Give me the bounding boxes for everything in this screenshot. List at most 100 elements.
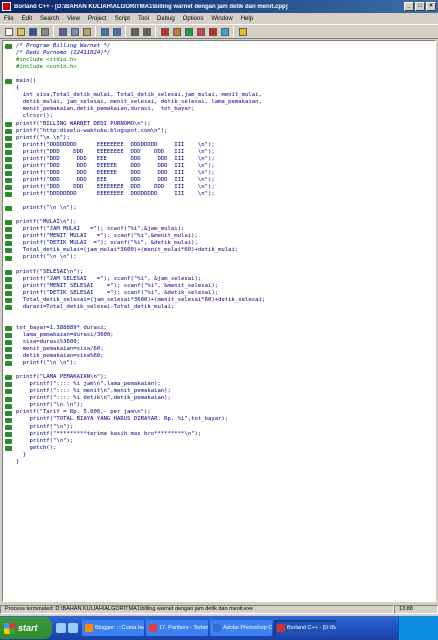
print-button[interactable] (39, 26, 50, 37)
code-line: } (16, 458, 20, 465)
breakpoint-marker-icon[interactable] (5, 227, 12, 233)
make-button[interactable] (159, 26, 170, 37)
breakpoint-marker-icon[interactable] (5, 135, 12, 141)
run-button[interactable] (171, 26, 182, 37)
code-line: printf("SELESAI\n"); (16, 268, 84, 275)
taskbar-button[interactable]: Borland C++ - [D:\BAH... (274, 620, 336, 636)
open-folder-button[interactable] (15, 26, 26, 37)
paste-button[interactable] (81, 26, 92, 37)
menu-help[interactable]: Help (237, 16, 257, 22)
menu-search[interactable]: Search (36, 16, 63, 22)
quick-launch-icon[interactable] (68, 623, 78, 633)
breakpoint-marker-icon[interactable] (5, 241, 12, 247)
breakpoint-marker-icon[interactable] (5, 431, 12, 437)
replace-button[interactable] (141, 26, 152, 37)
breakpoint-marker-icon[interactable] (5, 396, 12, 402)
breakpoint-marker-icon[interactable] (5, 185, 12, 190)
copy-button[interactable] (69, 26, 80, 37)
breakpoint-marker-icon[interactable] (5, 163, 12, 169)
debug-button[interactable] (183, 26, 194, 37)
breakpoint-marker-icon[interactable] (5, 445, 12, 451)
breakpoint-marker-icon[interactable] (5, 170, 12, 176)
breakpoint-marker-icon[interactable] (5, 354, 12, 360)
breakpoint-marker-icon[interactable] (5, 403, 12, 409)
breakpoint-marker-icon[interactable] (5, 121, 12, 127)
find-button[interactable] (129, 26, 140, 37)
breakpoint-marker-icon[interactable] (5, 290, 12, 296)
code-line: printf(":::: %i detik\n",detik_pemakaian… (16, 395, 171, 402)
breakpoint-marker-icon[interactable] (5, 340, 12, 346)
taskbar-button[interactable]: 17. Panbers - Terlan... (146, 620, 208, 636)
step-button[interactable] (195, 26, 206, 37)
breakpoint-marker-icon[interactable] (5, 44, 12, 49)
breakpoint-marker-icon[interactable] (5, 410, 12, 416)
redo-button[interactable] (111, 26, 122, 37)
toolbar (0, 24, 438, 39)
code-line: clrscr(); (16, 113, 54, 120)
taskbar-button[interactable]: Adobe Photoshop CS... (210, 620, 272, 636)
close-button[interactable]: × (426, 2, 436, 11)
breakpoint-marker-icon[interactable] (5, 177, 12, 183)
breakpoint-marker-icon[interactable] (5, 389, 12, 395)
menu-options[interactable]: Options (179, 16, 208, 22)
new-file-button[interactable] (3, 26, 14, 37)
taskbar-button-label: Blogger: :::Cuma Ise... (95, 625, 144, 631)
breakpoint-marker-icon[interactable] (5, 375, 12, 381)
breakpoint-marker-icon[interactable] (5, 192, 12, 198)
breakpoint-marker-icon[interactable] (5, 269, 12, 275)
breakpoint-marker-icon[interactable] (5, 304, 12, 310)
breakpoint-marker-icon[interactable] (5, 149, 12, 155)
breakpoint-marker-icon[interactable] (5, 128, 12, 134)
menu-view[interactable]: View (63, 16, 84, 22)
undo-button[interactable] (99, 26, 110, 37)
breakpoint-marker-icon[interactable] (5, 326, 12, 331)
breakpoint-marker-icon[interactable] (5, 248, 12, 254)
breakpoint-marker-icon[interactable] (5, 417, 12, 423)
help-button[interactable] (237, 26, 248, 37)
code-line: printf("LAMA PEMAKAIAN\n"); (16, 374, 107, 381)
print-icon (40, 27, 49, 36)
save-button[interactable] (27, 26, 38, 37)
breakpoint-marker-icon[interactable] (5, 276, 12, 282)
maximize-button[interactable]: □ (415, 2, 425, 11)
code-line: printf("DDD DDD EEEEEE DDD DDD III \n"); (16, 169, 215, 176)
code-editor[interactable]: /* Program Billing Warnet *//* Dedi Purn… (2, 40, 436, 602)
breakpoint-marker-icon[interactable] (5, 234, 12, 240)
menu-debug[interactable]: Debug (153, 16, 179, 22)
breakpoint-marker-icon[interactable] (5, 424, 12, 430)
breakpoint-marker-icon[interactable] (5, 361, 12, 367)
code-line: printf("Tarif = Rp. 5.000,- per jam\n"); (16, 409, 151, 416)
menu-script[interactable]: Script (111, 16, 134, 22)
menu-window[interactable]: Window (207, 16, 236, 22)
taskbar-button[interactable]: Blogger: :::Cuma Ise... (82, 620, 144, 636)
minimize-button[interactable]: _ (404, 2, 414, 11)
breakpoint-button[interactable] (207, 26, 218, 37)
quick-launch-icon[interactable] (56, 623, 66, 633)
cut-button[interactable] (57, 26, 68, 37)
code-area[interactable]: /* Program Billing Warnet *//* Dedi Purn… (16, 43, 433, 466)
breakpoint-marker-icon[interactable] (5, 347, 12, 353)
breakpoint-marker-icon[interactable] (5, 297, 12, 303)
breakpoint-marker-icon[interactable] (5, 382, 12, 388)
breakpoint-marker-icon[interactable] (5, 438, 12, 444)
breakpoint-marker-icon[interactable] (5, 255, 12, 261)
watch-button[interactable] (219, 26, 230, 37)
code-line: printf("*********terima kasih mas bro***… (16, 430, 202, 437)
menu-project[interactable]: Project (84, 16, 111, 22)
menu-file[interactable]: File (0, 16, 18, 22)
code-line: printf(":::: %i jam\n",lama_pemakaian); (16, 381, 161, 388)
breakpoint-marker-icon[interactable] (5, 283, 12, 289)
start-button[interactable]: start (0, 617, 52, 639)
redo-icon (112, 27, 121, 36)
breakpoint-marker-icon[interactable] (5, 206, 12, 212)
step-icon (196, 27, 205, 36)
taskbar: start Blogger: :::Cuma Ise... 17. Panbers… (0, 616, 438, 640)
breakpoint-marker-icon[interactable] (5, 156, 12, 162)
breakpoint-marker-icon[interactable] (5, 333, 12, 339)
menu-edit[interactable]: Edit (18, 16, 36, 22)
breakpoint-marker-icon[interactable] (5, 220, 12, 226)
breakpoint-marker-icon[interactable] (5, 79, 12, 85)
code-line: Total_detik_mulai=(jam_mulai*3600)+(meni… (16, 247, 239, 254)
menu-tool[interactable]: Tool (134, 16, 153, 22)
breakpoint-marker-icon[interactable] (5, 142, 12, 148)
